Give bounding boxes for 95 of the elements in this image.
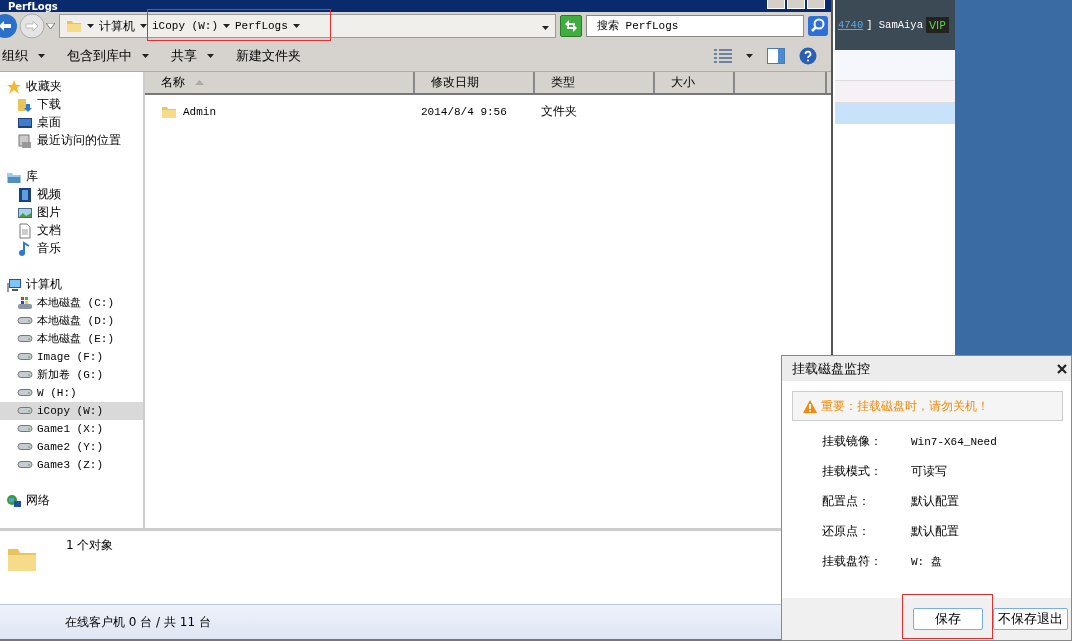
caret-icon: [746, 53, 753, 58]
nav-item[interactable]: 本地磁盘 (D:): [0, 311, 143, 330]
nav-item[interactable]: 新加卷 (G:): [0, 365, 143, 384]
nav-item[interactable]: 桌面: [0, 113, 143, 132]
column-header[interactable]: 类型: [535, 71, 655, 93]
caret-icon: [207, 53, 214, 58]
field-label: 还原点：: [822, 523, 871, 540]
network-icon: [6, 492, 22, 509]
breadcrumb-item[interactable]: iCopy (W:): [152, 20, 218, 33]
item-count: 1 个对象: [66, 536, 114, 554]
computer-icon: [6, 276, 22, 293]
user-link[interactable]: 4740: [838, 19, 864, 31]
sort-arrow-icon: [195, 79, 204, 85]
download-icon: [17, 96, 33, 113]
caret-icon: [142, 53, 149, 58]
nav-item[interactable]: 视频: [0, 185, 143, 204]
nav-item[interactable]: 本地磁盘 (E:): [0, 329, 143, 348]
nav-item[interactable]: 最近访问的位置: [0, 131, 143, 150]
nav-item[interactable]: 计算机: [0, 275, 143, 294]
document-icon: [17, 222, 33, 239]
drive-icon: [17, 335, 33, 343]
drive-icon: [17, 317, 33, 325]
caret-icon: [223, 24, 230, 29]
drive-icon: [17, 443, 33, 451]
drive-icon: [17, 353, 33, 361]
nav-item[interactable]: Game2 (Y:): [0, 437, 143, 456]
nav-item[interactable]: 库: [0, 167, 143, 186]
breadcrumb-item[interactable]: 计算机: [99, 18, 135, 35]
modified-date: 2014/8/4 9:56: [421, 105, 507, 118]
caret-icon: [87, 24, 94, 29]
warning-text: 重要：挂载磁盘时，请勿关机！: [821, 397, 989, 415]
dialog-button[interactable]: 保存: [913, 608, 983, 630]
nav-item[interactable]: W (H:): [0, 383, 143, 402]
warning-icon: [803, 399, 817, 413]
nav-item[interactable]: 音乐: [0, 239, 143, 258]
field-label: 挂载盘符：: [822, 553, 883, 570]
toolbar-button[interactable]: 新建文件夹: [234, 46, 311, 65]
column-header[interactable]: 名称: [145, 71, 415, 93]
nav-item[interactable]: 收藏夹: [0, 77, 143, 96]
forward-button[interactable]: [19, 13, 45, 40]
drive-icon: [17, 371, 33, 379]
caret-icon: [542, 26, 549, 31]
nav-item[interactable]: Game3 (Z:): [0, 455, 143, 474]
field-label: 挂载镜像：: [822, 433, 883, 450]
refresh-button[interactable]: [560, 15, 582, 38]
window-title: PerfLogs: [8, 0, 58, 12]
user-name: ] SamAiya: [866, 19, 923, 31]
toolbar-button[interactable]: 组织: [0, 46, 55, 65]
star-icon: [6, 78, 22, 95]
drive-icon: [17, 425, 33, 433]
status-text: 在线客户机 0 台 / 共 11 台: [65, 613, 211, 631]
toolbar-button[interactable]: 包含到库中: [65, 46, 159, 65]
vip-badge: VIP: [925, 17, 949, 33]
nav-item[interactable]: iCopy (W:): [0, 401, 143, 420]
column-header[interactable]: 修改日期: [415, 71, 535, 93]
nav-item[interactable]: 下载: [0, 95, 143, 114]
drive-icon: [17, 407, 33, 415]
dialog-title: 挂载磁盘监控: [792, 359, 870, 378]
nav-item[interactable]: 网络: [0, 491, 143, 510]
drive-icon: [17, 389, 33, 397]
history-caret-icon[interactable]: [46, 23, 55, 30]
field-value: 可读写: [911, 463, 947, 480]
search-field[interactable]: 搜索 PerfLogs: [586, 15, 804, 38]
dialog-button[interactable]: 不保存退出: [993, 608, 1068, 630]
help-icon[interactable]: [799, 46, 817, 65]
file-type: 文件夹: [541, 103, 577, 121]
back-button[interactable]: [0, 13, 18, 40]
field-value: 默认配置: [911, 493, 959, 510]
system-drive-icon: [17, 294, 33, 311]
nav-item[interactable]: 文档: [0, 221, 143, 240]
caret-icon: [140, 24, 147, 29]
column-header[interactable]: 大小: [655, 71, 735, 93]
caret-icon: [292, 24, 300, 29]
preview-pane-icon[interactable]: [767, 47, 785, 64]
recent-places-icon: [17, 132, 33, 149]
field-value: Win7-X64_Need: [911, 435, 997, 448]
nav-item[interactable]: Image (F:): [0, 347, 143, 366]
file-name[interactable]: Admin: [183, 105, 216, 118]
breadcrumb-item[interactable]: PerfLogs: [235, 20, 288, 33]
view-list-icon[interactable]: [714, 48, 732, 63]
close-icon[interactable]: [1057, 363, 1067, 374]
toolbar-button[interactable]: 共享: [169, 46, 224, 65]
film-icon: [17, 186, 33, 203]
nav-item[interactable]: 图片: [0, 203, 143, 222]
address-bar[interactable]: 计算机 iCopy (W:) PerfLogs: [59, 14, 556, 39]
field-value: 默认配置: [911, 523, 959, 540]
caret-icon: [38, 53, 45, 58]
nav-item[interactable]: Game1 (X:): [0, 419, 143, 438]
field-label: 挂载模式：: [822, 463, 883, 480]
field-label: 配置点：: [822, 493, 871, 510]
search-icon[interactable]: [808, 16, 828, 37]
nav-item[interactable]: 本地磁盘 (C:): [0, 293, 143, 312]
drive-icon: [17, 461, 33, 469]
folder-icon: [66, 18, 82, 35]
field-value: W: 盘: [911, 555, 942, 569]
